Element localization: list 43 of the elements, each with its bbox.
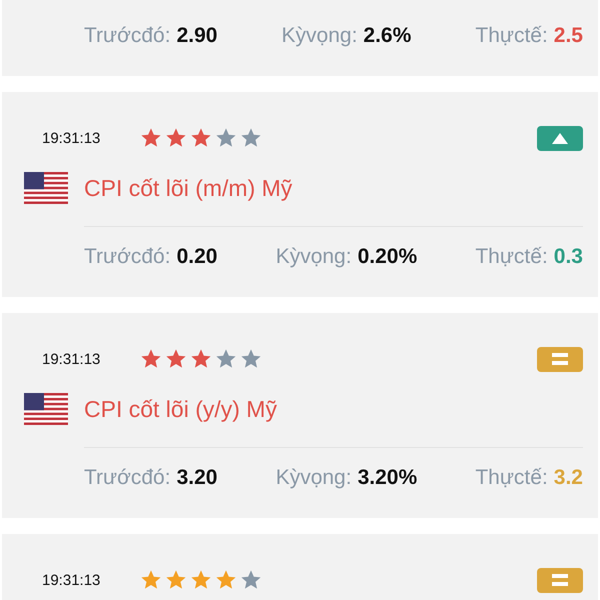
equals-icon xyxy=(552,353,568,365)
event-time: 19:31:13 xyxy=(41,350,102,368)
star-icon xyxy=(240,569,262,591)
stat-label: Kỳvọng: xyxy=(282,24,358,48)
star-icon xyxy=(240,127,262,149)
star-icon xyxy=(165,127,187,149)
star-icon xyxy=(165,569,187,591)
stat-value: 0.20% xyxy=(358,245,418,269)
event-title: CPI cốt lõi (y/y) Mỹ xyxy=(84,396,277,422)
stat-label: Trướcđó: xyxy=(84,24,171,48)
stat-value: 2.90 xyxy=(176,24,218,48)
stat-label: Trướcđó: xyxy=(84,245,171,269)
star-icon xyxy=(140,569,162,591)
star-icon xyxy=(215,348,237,370)
stat-value: 0.20 xyxy=(176,245,218,269)
event-title: CPI cốt lõi (m/m) Mỹ xyxy=(84,174,292,202)
us-flag-icon xyxy=(24,172,68,204)
star-icon xyxy=(190,569,212,591)
event-time: 19:31:13 xyxy=(41,572,102,588)
event-time: 19:31:13 xyxy=(41,130,102,146)
stat-value: 2.6% xyxy=(363,24,412,48)
star-icon xyxy=(215,569,237,591)
equals-icon xyxy=(552,574,568,586)
stat-value: 2.5 xyxy=(554,24,583,48)
stat-label: Thựctế: xyxy=(475,245,548,269)
stat-label: Thựctế: xyxy=(475,24,548,48)
star-icon xyxy=(240,348,262,370)
stat-value: 3.20% xyxy=(358,466,418,490)
star-icon xyxy=(140,348,162,370)
us-flag-icon xyxy=(24,393,68,425)
star-icon xyxy=(190,127,212,149)
star-icon xyxy=(190,348,212,370)
star-icon xyxy=(165,348,187,370)
star-icon xyxy=(140,127,162,149)
stat-value: 3.2 xyxy=(554,466,583,490)
stat-label: Kỳvọng: xyxy=(276,466,352,490)
stat-label: Trướcđó: xyxy=(84,466,171,490)
stat-value: 3.20 xyxy=(176,466,218,490)
star-icon xyxy=(215,127,237,149)
triangle-up-icon xyxy=(552,132,568,144)
stat-value: 0.3 xyxy=(554,245,583,269)
stat-label: Kỳvọng: xyxy=(276,245,352,269)
stat-label: Thựctế: xyxy=(475,466,548,490)
